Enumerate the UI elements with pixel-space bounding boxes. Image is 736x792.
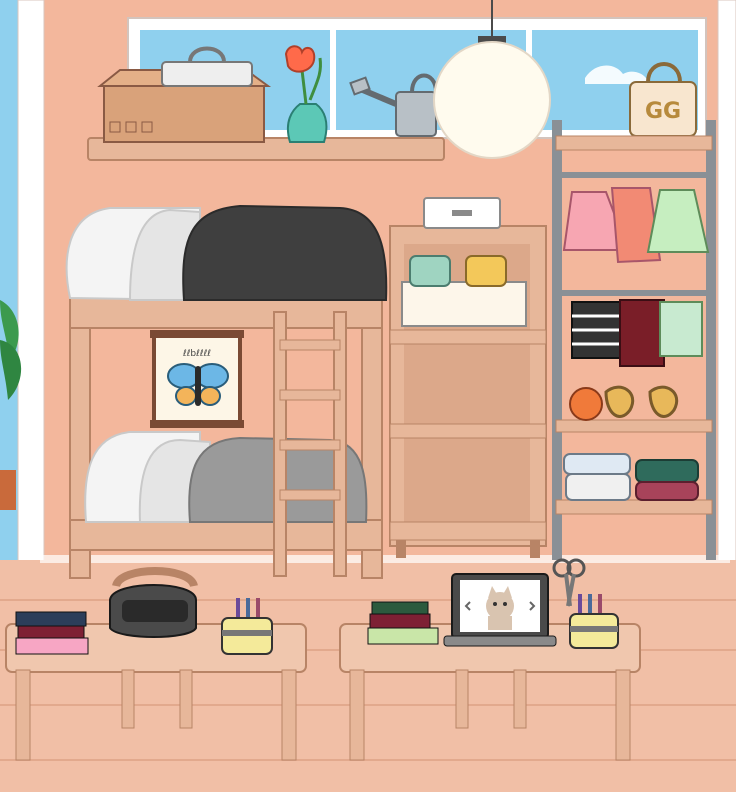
laptop-icon[interactable] — [443, 573, 557, 647]
poster-caption: ℓℓbℓℓℓℓ — [182, 349, 211, 359]
butterfly-poster[interactable]: ℓℓbℓℓℓℓ — [150, 330, 244, 428]
svg-text:GG: GG — [645, 99, 681, 124]
left-window — [0, 0, 53, 605]
books-icon[interactable] — [15, 611, 89, 655]
cat-photo — [486, 586, 514, 630]
right-pillar — [717, 0, 736, 601]
butterfly-icon — [167, 363, 229, 406]
books-right-icon[interactable] — [367, 601, 439, 645]
room-illustration: GG ℓℓbℓℓℓℓ — [0, 0, 736, 792]
room-scene: GG ℓℓbℓℓℓℓ — [0, 0, 736, 792]
shelf-icon[interactable] — [389, 197, 547, 558]
